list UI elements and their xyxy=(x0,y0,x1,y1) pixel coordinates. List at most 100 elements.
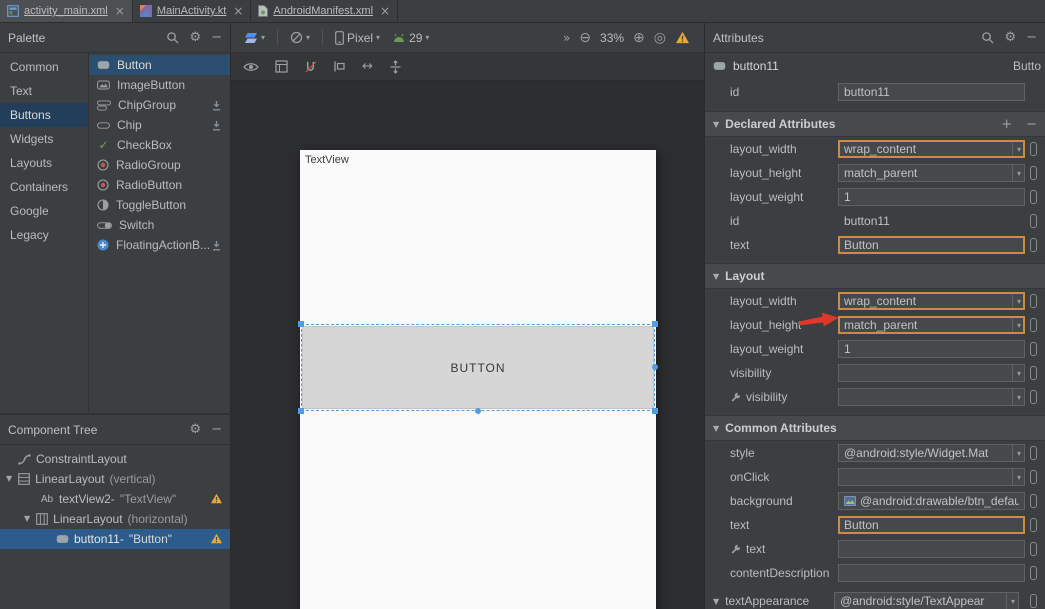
resource-picker[interactable] xyxy=(1030,518,1037,532)
layout-height-combo[interactable]: match_parent ▾ xyxy=(838,316,1025,334)
device-selector[interactable]: Pixel ▾ xyxy=(332,29,383,47)
constraint-anchor-bottom[interactable] xyxy=(475,408,481,414)
resource-picker[interactable] xyxy=(1030,470,1037,484)
resource-picker[interactable] xyxy=(1030,238,1037,252)
visibility-combo[interactable]: ▾ xyxy=(838,364,1025,382)
warning-icon[interactable] xyxy=(210,533,223,544)
layout-weight-input[interactable]: 1 xyxy=(838,340,1025,358)
resize-handle-top-left[interactable] xyxy=(298,321,304,327)
palette-item-chipgroup[interactable]: ChipGroup xyxy=(89,95,230,115)
resource-picker[interactable] xyxy=(1030,214,1037,228)
close-icon[interactable]: × xyxy=(380,5,390,17)
palette-category-legacy[interactable]: Legacy xyxy=(0,223,88,247)
palette-item-floatingactionbutton[interactable]: FloatingActionB... xyxy=(89,235,230,255)
resource-picker[interactable] xyxy=(1030,566,1037,580)
orientation-selector[interactable]: ▾ xyxy=(287,29,313,46)
textview-widget[interactable]: TextView xyxy=(305,154,349,166)
design-surface-selector[interactable]: ▾ xyxy=(241,30,268,46)
text-input[interactable]: Button xyxy=(838,516,1025,534)
minimize-icon[interactable]: − xyxy=(211,423,222,436)
section-collapse-icon[interactable]: ▼ xyxy=(713,120,719,129)
chevron-expanded-icon[interactable]: ▼ xyxy=(24,515,30,523)
section-declared-attributes[interactable]: ▼ Declared Attributes + − xyxy=(705,111,1045,137)
design-surface[interactable]: TextView BUTTON xyxy=(231,81,704,609)
section-collapse-icon[interactable]: ▼ xyxy=(713,597,719,606)
gear-icon[interactable]: ⚙ xyxy=(189,31,201,44)
tab-androidmanifest-xml[interactable]: AndroidManifest.xml × xyxy=(251,0,398,22)
palette-category-google[interactable]: Google xyxy=(0,199,88,223)
download-icon[interactable] xyxy=(211,240,222,251)
resource-picker[interactable] xyxy=(1030,494,1037,508)
add-attribute-icon[interactable]: + xyxy=(1001,118,1012,131)
warning-icon[interactable] xyxy=(675,31,690,44)
resource-picker[interactable] xyxy=(1030,294,1037,308)
api-version-selector[interactable]: 29 ▾ xyxy=(389,29,432,47)
palette-item-togglebutton[interactable]: ToggleButton xyxy=(89,195,230,215)
gear-icon[interactable]: ⚙ xyxy=(189,423,201,436)
section-collapse-icon[interactable]: ▼ xyxy=(713,424,719,433)
warning-icon[interactable] xyxy=(210,493,223,504)
tree-item-constraintlayout[interactable]: ConstraintLayout xyxy=(0,449,230,469)
resize-handle-bottom-left[interactable] xyxy=(298,408,304,414)
resource-picker[interactable] xyxy=(1030,342,1037,356)
resize-handle-top-right[interactable] xyxy=(652,321,658,327)
palette-category-layouts[interactable]: Layouts xyxy=(0,151,88,175)
autoconnect-off-magnet-icon[interactable] xyxy=(304,60,317,73)
resize-handle-bottom-right[interactable] xyxy=(652,408,658,414)
default-margins-icon[interactable] xyxy=(333,60,346,73)
close-icon[interactable]: × xyxy=(233,5,243,17)
chevron-expanded-icon[interactable]: ▼ xyxy=(6,475,12,483)
resource-picker[interactable] xyxy=(1030,446,1037,460)
tools-text-input[interactable] xyxy=(838,540,1025,558)
palette-category-widgets[interactable]: Widgets xyxy=(0,127,88,151)
resource-picker[interactable] xyxy=(1030,366,1037,380)
pack-distribute-icon[interactable] xyxy=(389,60,402,74)
layout-weight-input[interactable]: 1 xyxy=(838,188,1025,206)
palette-category-text[interactable]: Text xyxy=(0,79,88,103)
tree-item-linearlayout-horizontal[interactable]: ▼ LinearLayout (horizontal) xyxy=(0,509,230,529)
layout-width-combo[interactable]: wrap_content ▾ xyxy=(838,292,1025,310)
resource-picker[interactable] xyxy=(1030,166,1037,180)
tree-item-textview2[interactable]: Ab textView2- "TextView" xyxy=(0,489,230,509)
palette-item-checkbox[interactable]: ✓ CheckBox xyxy=(89,135,230,155)
style-combo[interactable]: @android:style/Widget.Mat ▾ xyxy=(838,444,1025,462)
resource-picker[interactable] xyxy=(1030,594,1037,608)
tree-item-linearlayout-vertical[interactable]: ▼ LinearLayout (vertical) xyxy=(0,469,230,489)
palette-item-switch[interactable]: Switch xyxy=(89,215,230,235)
palette-item-button[interactable]: Button xyxy=(89,55,230,75)
declared-id-value[interactable]: button11 xyxy=(838,212,1025,230)
blueprint-toggle-icon[interactable] xyxy=(275,60,288,73)
download-icon[interactable] xyxy=(211,100,222,111)
tab-mainactivity-kt[interactable]: MainActivity.kt × xyxy=(133,0,252,22)
constraint-anchor-right[interactable] xyxy=(652,364,658,370)
zoom-to-fit-button[interactable]: ◎ xyxy=(654,31,666,45)
resource-picker[interactable] xyxy=(1030,318,1037,332)
button-widget[interactable]: BUTTON xyxy=(302,326,654,409)
id-input[interactable]: button11 xyxy=(838,83,1025,101)
contentdescription-input[interactable] xyxy=(838,564,1025,582)
close-icon[interactable]: × xyxy=(115,5,125,17)
minimize-icon[interactable]: − xyxy=(1026,31,1037,44)
section-common-attributes[interactable]: ▼ Common Attributes xyxy=(705,415,1045,441)
onclick-combo[interactable]: ▾ xyxy=(838,468,1025,486)
palette-item-imagebutton[interactable]: ImageButton xyxy=(89,75,230,95)
text-input[interactable]: Button xyxy=(838,236,1025,254)
section-layout[interactable]: ▼ Layout xyxy=(705,263,1045,289)
layout-width-combo[interactable]: wrap_content ▾ xyxy=(838,140,1025,158)
device-canvas[interactable]: TextView BUTTON xyxy=(300,150,656,609)
minimize-icon[interactable]: − xyxy=(211,31,222,44)
palette-category-common[interactable]: Common xyxy=(0,55,88,79)
zoom-in-button[interactable]: ⊕ xyxy=(633,31,645,45)
palette-item-chip[interactable]: Chip xyxy=(89,115,230,135)
section-collapse-icon[interactable]: ▼ xyxy=(713,272,719,281)
layout-height-combo[interactable]: match_parent ▾ xyxy=(838,164,1025,182)
resource-picker[interactable] xyxy=(1030,190,1037,204)
tree-item-button11[interactable]: button11- "Button" xyxy=(0,529,230,549)
search-icon[interactable] xyxy=(981,31,994,44)
tools-visibility-combo[interactable]: ▾ xyxy=(838,388,1025,406)
palette-item-radiobutton[interactable]: RadioButton xyxy=(89,175,230,195)
background-input[interactable]: @android:drawable/btn_defau xyxy=(838,492,1025,510)
textappearance-combo[interactable]: @android:style/TextAppear ▾ xyxy=(834,592,1019,609)
overflow-chevrons-icon[interactable]: » xyxy=(563,32,570,44)
palette-category-buttons[interactable]: Buttons xyxy=(0,103,88,127)
